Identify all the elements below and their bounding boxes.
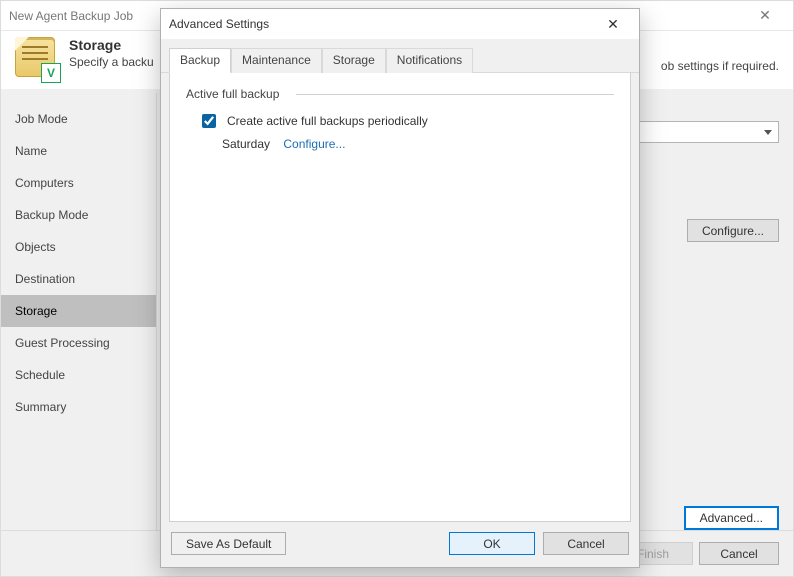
tab-backup[interactable]: Backup: [169, 48, 231, 73]
active-full-backup-group: Active full backup Create active full ba…: [186, 87, 614, 151]
periodic-full-backup-checkbox[interactable]: Create active full backups periodically: [198, 111, 614, 131]
page-subtitle-right: ob settings if required.: [661, 59, 779, 73]
configure-button[interactable]: Configure...: [687, 219, 779, 242]
schedule-day: Saturday: [222, 137, 270, 151]
nav-item-job-mode[interactable]: Job Mode: [1, 103, 156, 135]
schedule-configure-link[interactable]: Configure...: [283, 137, 345, 151]
tab-notifications[interactable]: Notifications: [386, 48, 473, 73]
dialog-titlebar: Advanced Settings ✕: [161, 9, 639, 39]
close-icon[interactable]: ✕: [595, 16, 631, 33]
nav-item-schedule[interactable]: Schedule: [1, 359, 156, 391]
dialog-cancel-button[interactable]: Cancel: [543, 532, 629, 555]
nav-item-summary[interactable]: Summary: [1, 391, 156, 423]
schedule-row: Saturday Configure...: [222, 137, 614, 151]
dialog-footer: Save As Default OK Cancel: [161, 522, 639, 567]
document-icon: V: [15, 37, 59, 81]
nav-item-objects[interactable]: Objects: [1, 231, 156, 263]
wizard-nav: Job Mode Name Computers Backup Mode Obje…: [1, 93, 157, 530]
advanced-button[interactable]: Advanced...: [684, 506, 779, 530]
tab-storage[interactable]: Storage: [322, 48, 386, 73]
nav-item-computers[interactable]: Computers: [1, 167, 156, 199]
cancel-button[interactable]: Cancel: [699, 542, 779, 565]
nav-item-storage[interactable]: Storage: [1, 295, 156, 327]
dialog-tabs: Backup Maintenance Storage Notifications: [161, 39, 639, 73]
periodic-full-backup-input[interactable]: [202, 114, 216, 128]
advanced-settings-dialog: Advanced Settings ✕ Backup Maintenance S…: [160, 8, 640, 568]
nav-item-guest-processing[interactable]: Guest Processing: [1, 327, 156, 359]
ok-button[interactable]: OK: [449, 532, 535, 555]
nav-item-destination[interactable]: Destination: [1, 263, 156, 295]
nav-item-backup-mode[interactable]: Backup Mode: [1, 199, 156, 231]
nav-item-name[interactable]: Name: [1, 135, 156, 167]
group-title: Active full backup: [186, 87, 614, 101]
tab-maintenance[interactable]: Maintenance: [231, 48, 322, 73]
wizard-heading: Storage Specify a backu: [69, 37, 154, 69]
dialog-body: Active full backup Create active full ba…: [169, 73, 631, 522]
page-title: Storage: [69, 37, 154, 53]
dialog-title: Advanced Settings: [169, 17, 595, 31]
save-as-default-button[interactable]: Save As Default: [171, 532, 286, 555]
close-icon[interactable]: ✕: [745, 7, 785, 24]
v-badge-icon: V: [41, 63, 61, 83]
periodic-full-backup-label: Create active full backups periodically: [227, 114, 428, 128]
page-subtitle: Specify a backu: [69, 55, 154, 69]
